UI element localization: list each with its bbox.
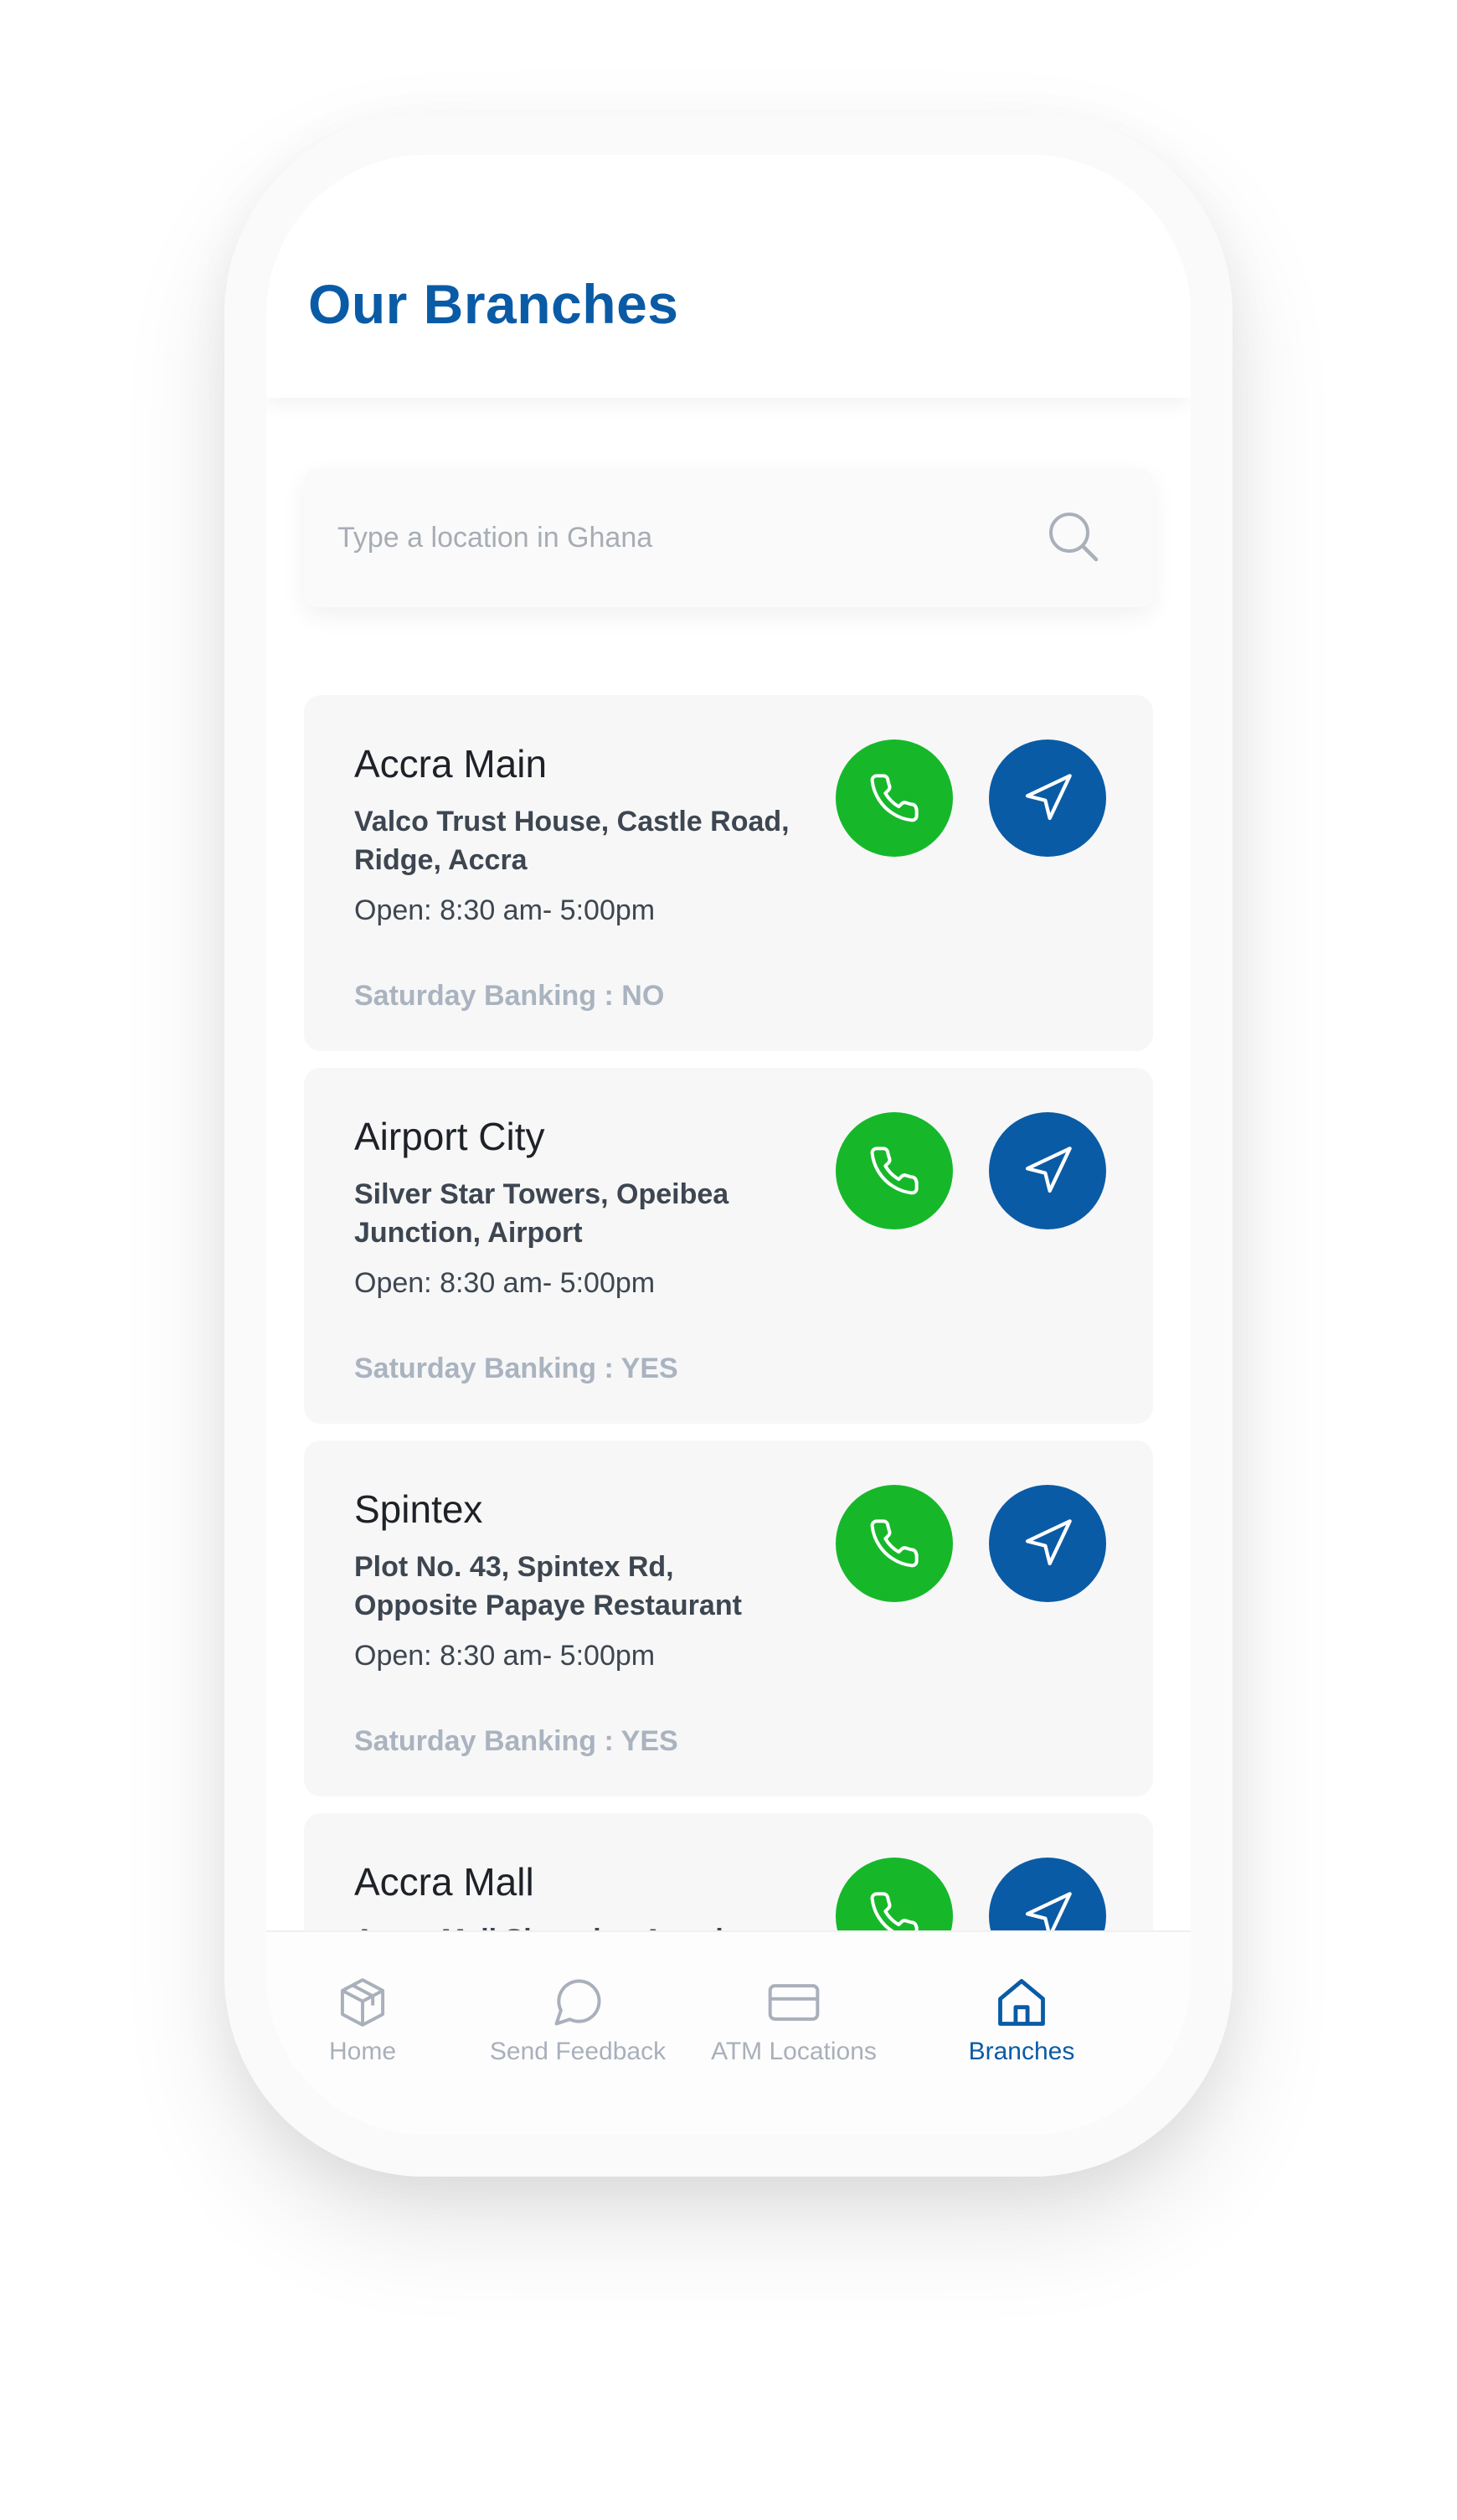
- directions-button[interactable]: [989, 1112, 1106, 1229]
- nav-item-atm-locations[interactable]: ATM Locations: [685, 1974, 903, 2091]
- branch-card-spintex[interactable]: Spintex Plot No. 43, Spintex Rd, Opposit…: [304, 1440, 1153, 1796]
- navigation-arrow-icon: [1025, 1519, 1072, 1566]
- branch-saturday-banking: Saturday Banking : YES: [354, 1353, 678, 1384]
- branch-address: Silver Star Towers, Opeibea Junction, Ai…: [354, 1178, 729, 1249]
- branch-name: Spintex: [354, 1487, 483, 1531]
- call-button[interactable]: [836, 1112, 953, 1229]
- branch-saturday-banking: Saturday Banking : NO: [354, 980, 665, 1012]
- branch-hours: Open: 8:30 am- 5:00pm: [354, 894, 656, 926]
- nav-label: ATM Locations: [711, 2038, 877, 2065]
- phone-icon: [870, 1147, 919, 1195]
- directions-button[interactable]: [989, 740, 1106, 857]
- directions-button[interactable]: [989, 1485, 1106, 1602]
- branch-address: Valco Trust House, Castle Road, Ridge, A…: [354, 806, 790, 876]
- branch-address: Plot No. 43, Spintex Rd, Opposite Papaye…: [354, 1551, 742, 1621]
- nav-label: Home: [328, 2038, 397, 2065]
- bottom-nav: Home Send Feedback ATM Locations Branche…: [266, 1930, 1191, 2135]
- nav-item-home[interactable]: Home: [266, 1974, 471, 2091]
- branch-card-accra-main[interactable]: Accra Main Valco Trust House, Castle Roa…: [304, 695, 1153, 1051]
- search-input[interactable]: [337, 502, 991, 574]
- house-icon: [998, 1979, 1045, 2026]
- branch-name: Airport City: [354, 1115, 545, 1158]
- branch-hours: Open: 8:30 am- 5:00pm: [354, 1267, 656, 1299]
- call-button[interactable]: [836, 740, 953, 857]
- branch-name: Accra Main: [354, 742, 548, 786]
- page-header: Our Branches: [266, 155, 1191, 398]
- navigation-arrow-icon: [1025, 774, 1072, 821]
- app-screen: Our Branches Accra Main Valco Trust Hous…: [266, 155, 1191, 2135]
- nav-item-send-feedback[interactable]: Send Feedback: [469, 1974, 687, 2091]
- cube-icon: [340, 1978, 385, 2027]
- stage: Our Branches Accra Main Valco Trust Hous…: [0, 0, 1457, 2520]
- phone-icon: [870, 1519, 919, 1568]
- search-bar: [304, 469, 1153, 607]
- branch-name: Accra Mall: [354, 1860, 534, 1904]
- chat-bubble-icon: [554, 1979, 601, 2026]
- branch-saturday-banking: Saturday Banking : YES: [354, 1725, 678, 1757]
- nav-item-branches[interactable]: Branches: [913, 1974, 1130, 2091]
- nav-label: Branches: [968, 2038, 1075, 2065]
- navigation-arrow-icon: [1025, 1147, 1072, 1193]
- page-title: Our Branches: [308, 273, 679, 335]
- card-icon: [768, 1984, 820, 2021]
- branch-card-airport-city[interactable]: Airport City Silver Star Towers, Opeibea…: [304, 1068, 1153, 1424]
- nav-label: Send Feedback: [489, 2038, 667, 2065]
- branch-hours: Open: 8:30 am- 5:00pm: [354, 1640, 656, 1672]
- call-button[interactable]: [836, 1485, 953, 1602]
- phone-icon: [870, 774, 919, 822]
- search-icon[interactable]: [1046, 509, 1101, 564]
